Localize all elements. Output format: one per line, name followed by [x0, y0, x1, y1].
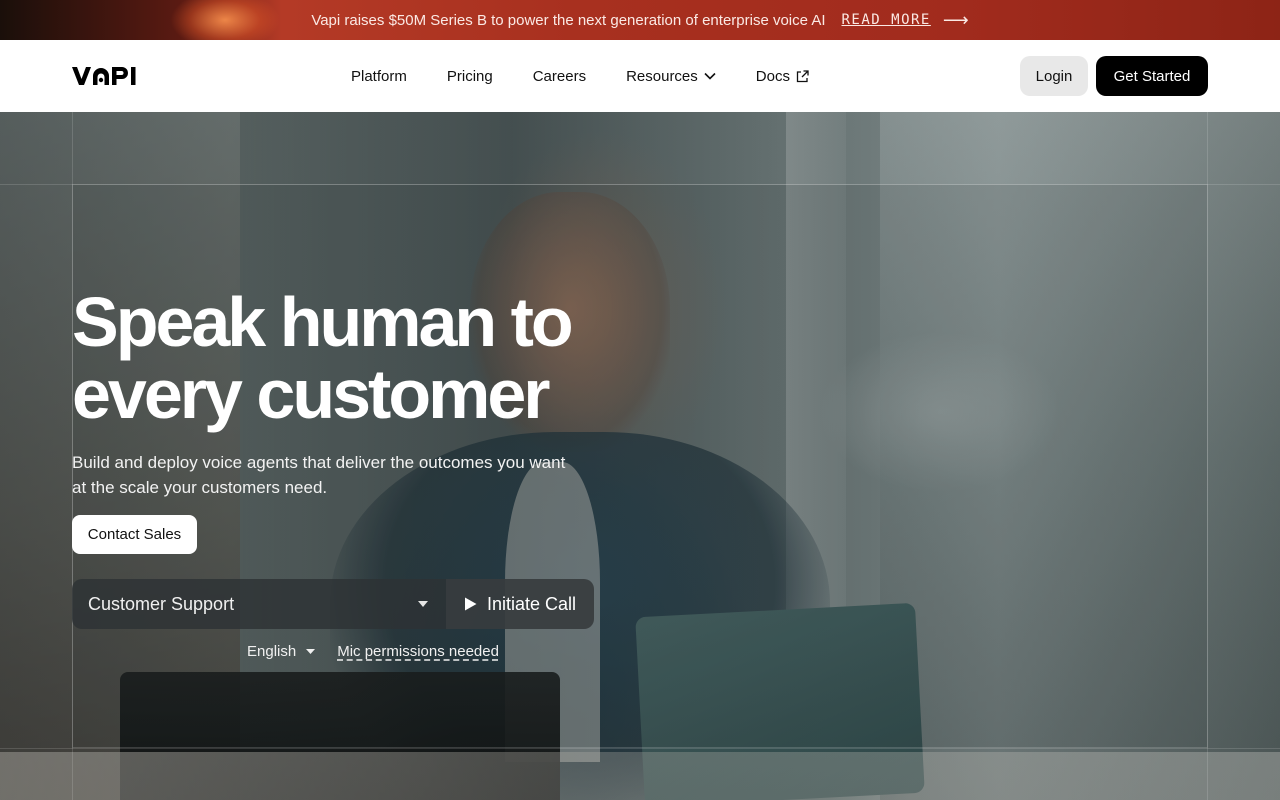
nav-docs-label: Docs	[755, 67, 790, 85]
announcement-bar: Vapi raises $50M Series B to power the n…	[0, 0, 1280, 50]
initiate-call-button[interactable]: Initiate Call	[446, 579, 594, 629]
read-more-link[interactable]: READ MORE	[842, 12, 931, 28]
nav-platform-label: Platform	[351, 67, 407, 85]
nav-careers[interactable]: Careers	[513, 68, 606, 85]
initiate-call-label: Initiate Call	[486, 593, 577, 614]
nav-links: Platform Pricing Careers Resources Docs	[331, 40, 829, 112]
nav-docs[interactable]: Docs	[736, 68, 829, 85]
contact-sales-button[interactable]: Contact Sales	[72, 515, 197, 554]
scenario-select-value: Customer Support	[88, 593, 235, 614]
language-select-value: English	[247, 643, 297, 660]
caret-down-icon	[306, 649, 316, 654]
grid-line	[0, 748, 1280, 749]
vapi-logo[interactable]	[72, 66, 142, 86]
call-demo-row: Customer Support Initiate Call	[72, 579, 594, 629]
get-started-button[interactable]: Get Started	[1096, 56, 1208, 96]
grid-line	[1207, 112, 1208, 800]
headline-line-1: Speak human to	[72, 283, 574, 361]
hero-headline: Speak human to every customer	[72, 286, 692, 430]
announcement-message: Vapi raises $50M Series B to power the n…	[311, 11, 826, 29]
nav-careers-label: Careers	[532, 67, 587, 85]
call-meta-row: English Mic permissions needed	[247, 643, 499, 660]
play-icon	[464, 597, 477, 611]
arrow-right-icon[interactable]: ⟶	[943, 10, 969, 31]
hero-section: Speak human to every customer Build and …	[0, 112, 1280, 800]
external-link-icon	[796, 69, 809, 82]
language-select[interactable]: English	[247, 643, 316, 660]
chevron-down-icon	[704, 72, 716, 80]
grid-line	[0, 184, 1280, 185]
nav-resources[interactable]: Resources	[606, 68, 736, 85]
nav-pricing-label: Pricing	[446, 67, 493, 85]
hero-subtitle: Build and deploy voice agents that deliv…	[72, 453, 566, 497]
nav-platform[interactable]: Platform	[331, 68, 427, 85]
login-button[interactable]: Login	[1020, 56, 1088, 96]
caret-down-icon	[418, 601, 428, 607]
nav-resources-label: Resources	[626, 67, 698, 85]
nav-pricing[interactable]: Pricing	[427, 68, 513, 85]
scenario-select[interactable]: Customer Support	[72, 579, 446, 629]
mic-permissions-link[interactable]: Mic permissions needed	[337, 643, 499, 660]
navbar: Platform Pricing Careers Resources Docs …	[0, 40, 1280, 112]
headline-line-2: every customer	[72, 355, 551, 433]
